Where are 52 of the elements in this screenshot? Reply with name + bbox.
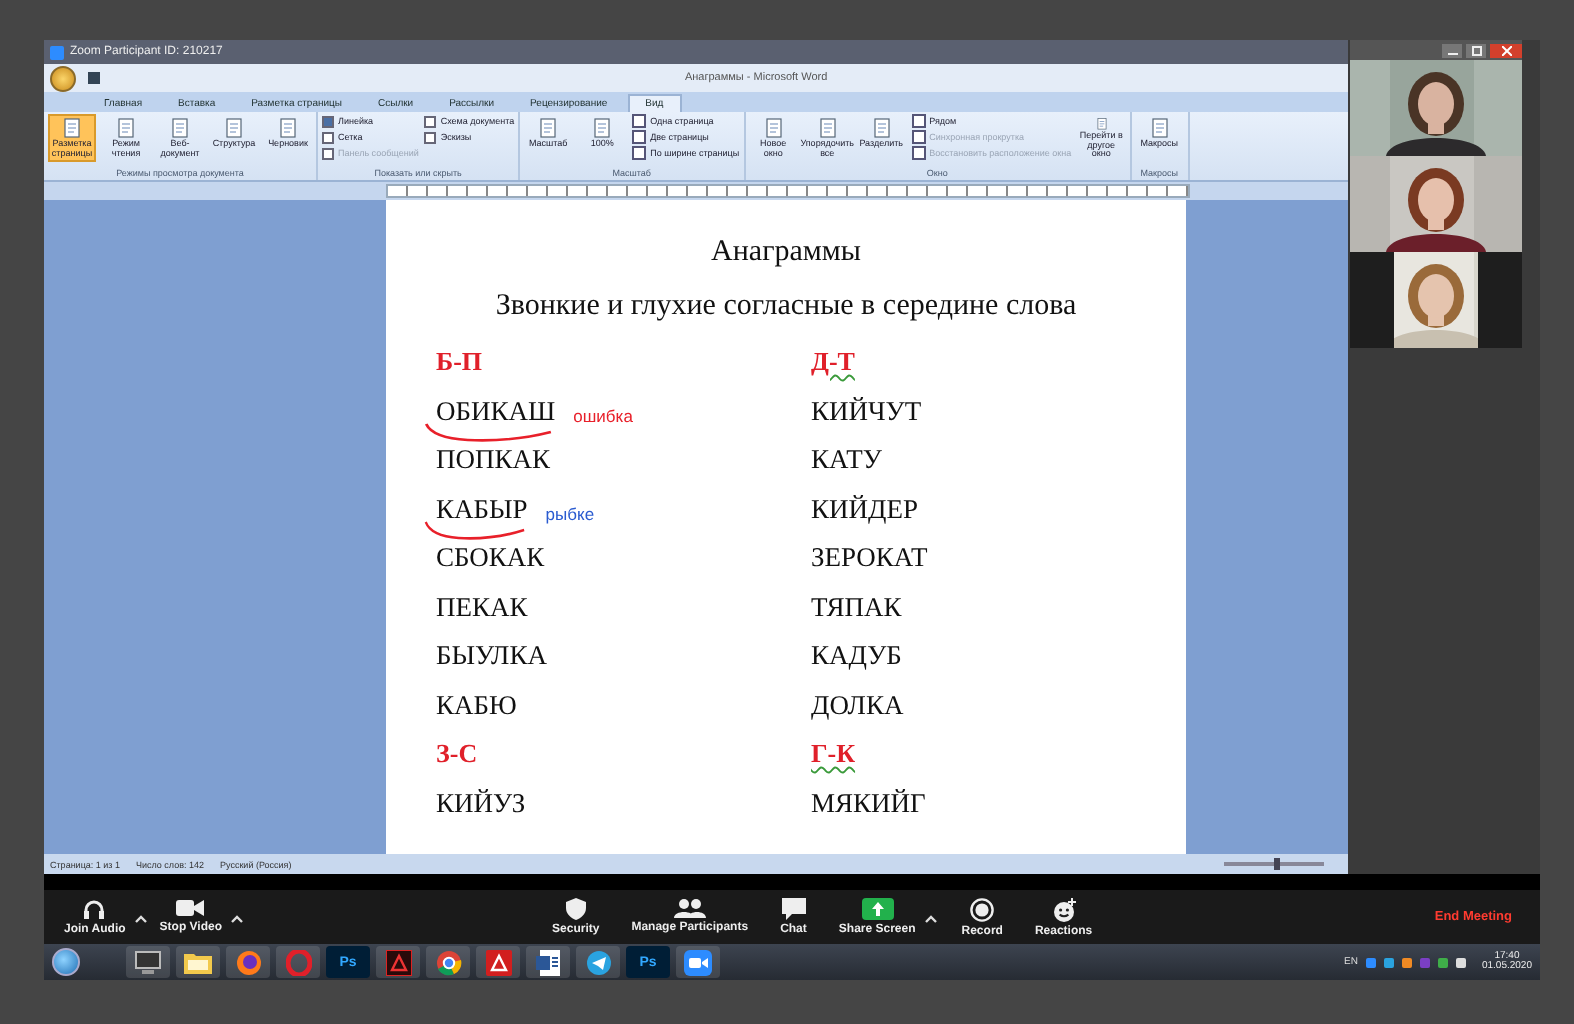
- caret-icon[interactable]: [230, 914, 245, 924]
- anagram-word: ТЯПАК: [811, 591, 902, 624]
- shield-icon: [565, 897, 586, 919]
- checkbox[interactable]: [424, 115, 437, 127]
- office-button[interactable]: [50, 65, 76, 91]
- slider-thumb[interactable]: [1274, 858, 1281, 870]
- anagram-word: ДОЛКА: [811, 689, 904, 722]
- document-subtitle: Звонкие и глухие согласные в середине слова: [495, 290, 1077, 322]
- headphones-icon: [82, 898, 107, 920]
- chrome-icon[interactable]: [426, 946, 470, 978]
- anagram-word: ЗЕРОКАТ: [811, 542, 928, 575]
- anagram-word: ПОПКАК: [436, 444, 551, 477]
- anagram-word: КИЙДЕР: [811, 493, 918, 526]
- caret-icon[interactable]: [923, 913, 938, 923]
- anagram-word: МЯКИЙГ: [811, 787, 926, 820]
- paper-plane-icon[interactable]: [576, 946, 620, 978]
- handwritten-note: ошибка: [573, 405, 633, 426]
- anagram-word: КИЙУЗ: [436, 787, 526, 820]
- people-icon: [673, 897, 706, 917]
- anagram-word: КАТУ: [811, 444, 882, 477]
- video-camera-icon[interactable]: [676, 946, 720, 978]
- anagram-word: БЫУЛКА: [436, 640, 547, 673]
- section-heading: Д-Т: [811, 346, 855, 379]
- smiley-icon: [1051, 897, 1076, 921]
- anagram-word: КАДУБ: [811, 640, 902, 673]
- anagram-word: КИЙЧУТ: [811, 395, 922, 428]
- anagram-word: КАБЫР: [436, 493, 528, 526]
- minimize-icon[interactable]: [1442, 43, 1463, 57]
- start-button[interactable]: [52, 948, 80, 976]
- share-screen-icon: [861, 897, 894, 919]
- speech-bubble-icon: [781, 897, 806, 919]
- checkbox[interactable]: [424, 131, 437, 143]
- anagram-word: КАБЮ: [436, 689, 517, 722]
- globe-icon[interactable]: [226, 946, 270, 978]
- camera-icon: [176, 898, 205, 918]
- maximize-icon[interactable]: [1466, 43, 1487, 57]
- caret-icon[interactable]: [133, 914, 148, 924]
- section-heading: Б-П: [436, 346, 483, 379]
- record-icon: [970, 897, 995, 921]
- anagram-word: ПЕКАК: [436, 591, 528, 624]
- folder-icon[interactable]: [176, 946, 220, 978]
- document-heading: Анаграммы: [711, 236, 861, 268]
- checkbox[interactable]: [322, 131, 334, 143]
- checkbox[interactable]: [322, 115, 334, 127]
- app-icon: [50, 45, 64, 59]
- anagram-word: СБОКАК: [436, 542, 545, 575]
- section-heading: З-С: [436, 738, 478, 771]
- close-icon[interactable]: [1490, 43, 1523, 57]
- handwritten-note: рыбке: [545, 503, 595, 524]
- anagram-word: ОБИКАШ: [436, 395, 556, 428]
- section-heading: Г-К: [811, 738, 856, 771]
- computer-icon[interactable]: [126, 946, 170, 978]
